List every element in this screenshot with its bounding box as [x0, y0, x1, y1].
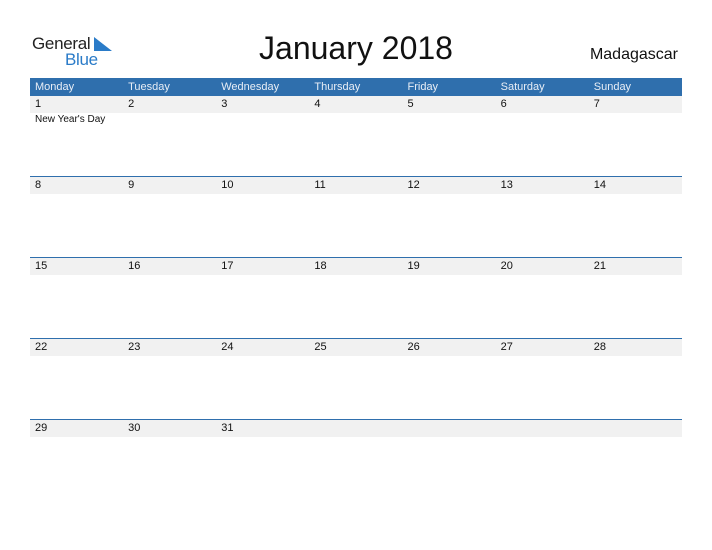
- day-number: 25: [314, 341, 327, 353]
- weekday-sunday: Sunday: [593, 81, 632, 93]
- day-event: [589, 113, 682, 127]
- day-number: 22: [35, 341, 48, 353]
- day-event: New Year's Day: [35, 114, 106, 125]
- day-number: 17: [221, 260, 234, 272]
- week-row: 15 16 17 18 19 20 21: [30, 257, 682, 339]
- day-number-row: 1 2 3 4 5 6 7: [30, 96, 682, 113]
- day-number-row: 15 16 17 18 19 20 21: [30, 258, 682, 275]
- day-number: [309, 420, 402, 437]
- day-number: 5: [407, 98, 414, 110]
- day-number: 23: [128, 341, 141, 353]
- event-row: New Year's Day: [30, 113, 682, 127]
- day-number: 4: [314, 98, 321, 110]
- day-number: [496, 420, 589, 437]
- day-number: 7: [593, 98, 600, 110]
- day-number: 21: [593, 260, 606, 272]
- day-number: 27: [500, 341, 513, 353]
- day-number: 13: [500, 179, 513, 191]
- week-row: 22 23 24 25 26 27 28: [30, 338, 682, 420]
- day-number: 29: [35, 422, 48, 434]
- day-number: 19: [407, 260, 420, 272]
- day-event: [309, 113, 402, 127]
- week-row: 8 9 10 11 12 13 14: [30, 176, 682, 258]
- day-event: [403, 113, 496, 127]
- day-number: 30: [128, 422, 141, 434]
- day-number-row: 29 30 31: [30, 420, 682, 437]
- day-number: 10: [221, 179, 234, 191]
- day-number: 8: [35, 179, 42, 191]
- day-number-row: 22 23 24 25 26 27 28: [30, 339, 682, 356]
- day-number: 6: [500, 98, 507, 110]
- day-number: 28: [593, 341, 606, 353]
- weekday-thursday: Thursday: [314, 81, 361, 93]
- day-event: [216, 113, 309, 127]
- weekday-saturday: Saturday: [500, 81, 545, 93]
- day-event: [496, 113, 589, 127]
- day-number-row: 8 9 10 11 12 13 14: [30, 177, 682, 194]
- day-number: 20: [500, 260, 513, 272]
- day-number: 24: [221, 341, 234, 353]
- weekday-monday: Monday: [35, 81, 75, 93]
- weekday-header: Monday Tuesday Wednesday Thursday Friday…: [30, 78, 682, 96]
- day-number: 3: [221, 98, 228, 110]
- calendar-grid: Monday Tuesday Wednesday Thursday Friday…: [30, 78, 682, 437]
- day-number: 15: [35, 260, 48, 272]
- day-number: 14: [593, 179, 606, 191]
- day-number: 26: [407, 341, 420, 353]
- country-label: Madagascar: [589, 46, 678, 63]
- day-event: [123, 113, 216, 127]
- week-row: 1 2 3 4 5 6 7 New Year's Day: [30, 96, 682, 177]
- day-number: 12: [407, 179, 420, 191]
- week-row: 29 30 31: [30, 419, 682, 501]
- weekday-tuesday: Tuesday: [128, 81, 170, 93]
- day-number: 31: [221, 422, 234, 434]
- weekday-wednesday: Wednesday: [221, 81, 280, 93]
- day-number: [589, 420, 682, 437]
- day-number: 1: [35, 98, 42, 110]
- day-number: 9: [128, 179, 135, 191]
- weekday-friday: Friday: [407, 81, 439, 93]
- day-number: [403, 420, 496, 437]
- day-number: 11: [314, 179, 326, 191]
- day-number: 18: [314, 260, 327, 272]
- day-number: 2: [128, 98, 135, 110]
- day-number: 16: [128, 260, 141, 272]
